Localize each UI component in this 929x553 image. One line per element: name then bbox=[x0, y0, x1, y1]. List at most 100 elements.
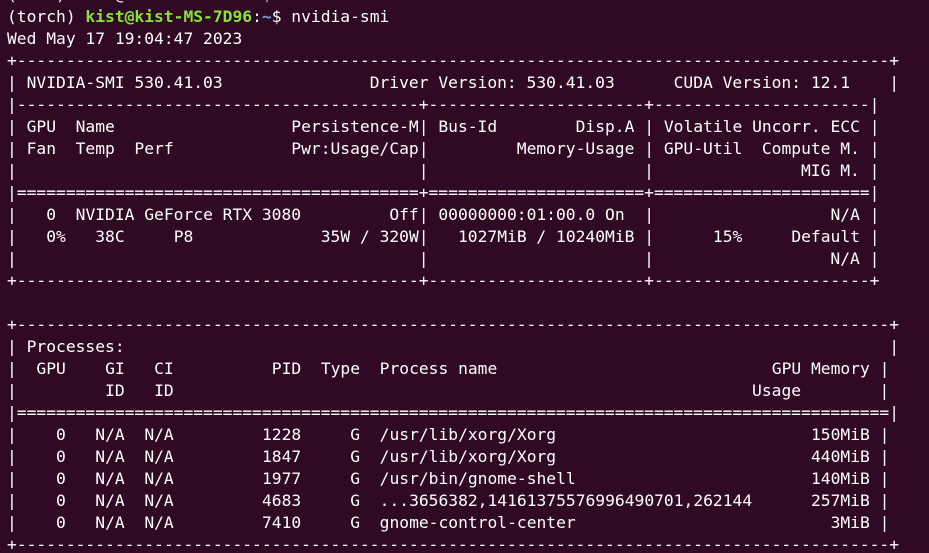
prompt-path: ~ bbox=[261, 7, 272, 26]
gpu-bottom-border: +---------------------------------------… bbox=[7, 271, 880, 290]
col-persistence: Persistence-M bbox=[291, 117, 419, 136]
process-gi: N/A bbox=[95, 469, 125, 488]
gpu-persistence: Off bbox=[389, 205, 419, 224]
process-type: G bbox=[350, 425, 361, 444]
col-memory-usage: Memory-Usage bbox=[516, 139, 635, 158]
process-gi: N/A bbox=[95, 425, 125, 444]
process-row: | 0 N/A N/A 4683 G ...3656382,1416137557… bbox=[7, 491, 890, 510]
gpu-bus-id: 00000000:01:00.0 bbox=[438, 205, 596, 224]
col-gpu-util: GPU-Util bbox=[663, 139, 743, 158]
gpu-mig: N/A bbox=[830, 249, 860, 268]
process-name: /usr/lib/xorg/Xorg bbox=[379, 447, 557, 466]
prompt-symbol: $ bbox=[271, 7, 292, 26]
gpu-ecc: N/A bbox=[830, 205, 860, 224]
process-pid: 1847 bbox=[261, 447, 302, 466]
col-pwr: Pwr:Usage/Cap bbox=[291, 139, 419, 158]
gpu-perf: P8 bbox=[173, 227, 194, 246]
col-proc-ci: CI bbox=[154, 359, 174, 378]
col-proc-pid: PID bbox=[271, 359, 302, 378]
driver-version: Driver Version: 530.41.03 bbox=[369, 73, 615, 92]
process-column-header-row1: | GPU GI CI PID Type Process name GPU Me… bbox=[7, 359, 890, 378]
process-name: gnome-control-center bbox=[379, 513, 576, 532]
col-proc-mem-usage: Usage bbox=[752, 381, 802, 400]
col-compute-mode: Compute M. bbox=[761, 139, 860, 158]
prompt-env: (torch) bbox=[7, 7, 86, 26]
processes-bottom-border: +---------------------------------------… bbox=[7, 535, 899, 553]
process-ci: N/A bbox=[144, 447, 174, 466]
process-gi: N/A bbox=[95, 513, 125, 532]
prompt-separator: : bbox=[252, 7, 262, 26]
process-row: | 0 N/A N/A 1228 G /usr/lib/xorg/Xorg 15… bbox=[7, 425, 890, 444]
processes-top-border: +---------------------------------------… bbox=[7, 315, 899, 334]
timestamp-line: Wed May 17 19:04:47 2023 bbox=[7, 28, 899, 50]
process-gpu-memory: 257MiB bbox=[810, 491, 870, 510]
col-proc-mem: GPU Memory bbox=[771, 359, 870, 378]
prompt-line: (torch) kist@kist-MS-7D96:~$ nvidia-smi bbox=[7, 6, 899, 28]
col-gpu-name: GPU Name bbox=[26, 117, 115, 136]
process-ci: N/A bbox=[144, 491, 174, 510]
process-pid: 7410 bbox=[261, 513, 302, 532]
process-gpu-memory: 150MiB bbox=[810, 425, 870, 444]
col-proc-name: Process name bbox=[379, 359, 498, 378]
col-mig-mode: MIG M. bbox=[800, 161, 860, 180]
gpu-header-separator: |=======================================… bbox=[7, 183, 880, 202]
timestamp: Wed May 17 19:04:47 2023 bbox=[7, 29, 243, 48]
top-border: +---------------------------------------… bbox=[7, 51, 899, 70]
smi-version: NVIDIA-SMI 530.41.03 bbox=[26, 73, 223, 92]
cuda-version: CUDA Version: 12.1 bbox=[673, 73, 851, 92]
col-proc-gi-id: ID bbox=[105, 381, 125, 400]
process-gpu-memory: 140MiB bbox=[810, 469, 870, 488]
col-volatile-ecc: Volatile Uncorr. ECC bbox=[663, 117, 860, 136]
process-name: /usr/bin/gnome-shell bbox=[379, 469, 576, 488]
process-gpu: 0 bbox=[56, 513, 66, 532]
process-ci: N/A bbox=[144, 469, 174, 488]
col-fan-temp-perf: Fan Temp Perf bbox=[26, 139, 174, 158]
process-gpu: 0 bbox=[56, 447, 66, 466]
col-disp: Disp.A bbox=[575, 117, 635, 136]
process-pid: 1228 bbox=[261, 425, 302, 444]
gpu-memory-usage: 1027MiB / 10240MiB bbox=[458, 227, 635, 246]
process-gpu-memory: 440MiB bbox=[810, 447, 870, 466]
gpu-header-top-border: |---------------------------------------… bbox=[7, 95, 880, 114]
gpu-temp: 38C bbox=[95, 227, 125, 246]
process-type: G bbox=[350, 513, 361, 532]
process-pid: 1977 bbox=[261, 469, 302, 488]
process-type: G bbox=[350, 469, 361, 488]
processes-title: Processes: bbox=[26, 337, 125, 356]
terminal-window[interactable]: (base) kist@kist-MS-7D96:~$ conda activa… bbox=[0, 0, 929, 553]
gpu-column-header-row2: | Fan Temp Perf Pwr:Usage/Cap| Memory-Us… bbox=[7, 139, 880, 158]
gpu-name: NVIDIA GeForce RTX 3080 bbox=[75, 205, 302, 224]
smi-header-line: | NVIDIA-SMI 530.41.03 Driver Version: 5… bbox=[7, 73, 900, 92]
col-proc-gi: GI bbox=[105, 359, 125, 378]
gpu-compute-mode: Default bbox=[791, 227, 860, 246]
gpu-util: 15% bbox=[712, 227, 743, 246]
gpu-column-header-row3: | | | MIG M. | bbox=[7, 161, 880, 180]
gpu-power: 35W / 320W bbox=[320, 227, 419, 246]
process-row: | 0 N/A N/A 1977 G /usr/bin/gnome-shell … bbox=[7, 469, 890, 488]
process-gpu: 0 bbox=[56, 491, 66, 510]
process-gpu: 0 bbox=[56, 425, 66, 444]
col-proc-ci-id: ID bbox=[154, 381, 174, 400]
process-column-header-row2: | ID ID Usage | bbox=[7, 381, 890, 400]
process-header-separator: |=======================================… bbox=[7, 403, 899, 422]
gpu-fan: 0% bbox=[46, 227, 66, 246]
process-name: ...3656382,14161375576996490701,262144 bbox=[379, 491, 753, 510]
process-name: /usr/lib/xorg/Xorg bbox=[379, 425, 557, 444]
process-gi: N/A bbox=[95, 447, 125, 466]
col-proc-type: Type bbox=[320, 359, 361, 378]
process-ci: N/A bbox=[144, 425, 174, 444]
previous-command-text: (base) kist@kist-MS-7D96:~$ conda activa… bbox=[7, 0, 478, 4]
process-gpu-memory: 3MiB bbox=[830, 513, 870, 532]
process-row: | 0 N/A N/A 7410 G gnome-control-center … bbox=[7, 513, 890, 532]
gpu-column-header-row1: | GPU Name Persistence-M| Bus-Id Disp.A … bbox=[7, 117, 880, 136]
prompt-user-host: kist@kist-MS-7D96 bbox=[85, 7, 253, 26]
process-type: G bbox=[350, 491, 361, 510]
gpu-row-line3: | | | N/A | bbox=[7, 249, 880, 268]
prompt-command: nvidia-smi bbox=[291, 7, 390, 26]
gpu-row-line1: | 0 NVIDIA GeForce RTX 3080 Off| 0000000… bbox=[7, 205, 880, 224]
gpu-disp: On bbox=[605, 205, 625, 224]
process-gi: N/A bbox=[95, 491, 125, 510]
process-gpu: 0 bbox=[56, 469, 66, 488]
process-pid: 4683 bbox=[261, 491, 302, 510]
